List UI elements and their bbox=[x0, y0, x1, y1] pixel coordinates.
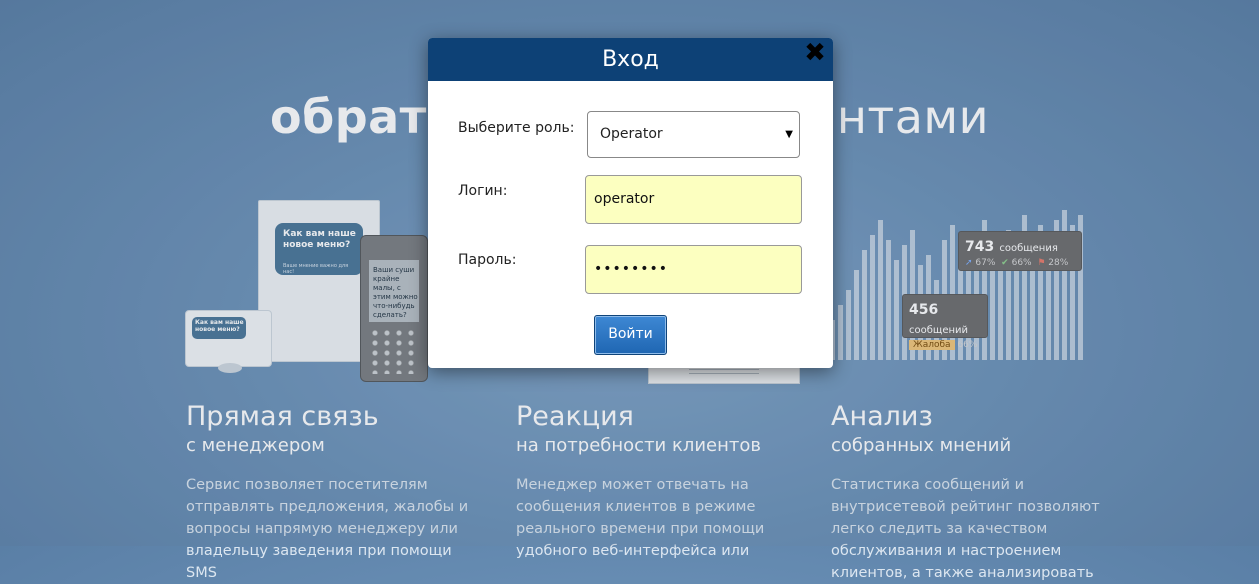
close-icon[interactable]: ✖ bbox=[802, 40, 828, 66]
landing-page: обрат нтами Как вам наше новое меню? Ваше… bbox=[0, 0, 1259, 581]
modal-header: Вход ✖ bbox=[428, 38, 833, 81]
login-input[interactable]: operator bbox=[585, 175, 802, 224]
login-submit-button[interactable]: Войти bbox=[594, 315, 667, 355]
modal-title: Вход bbox=[602, 47, 659, 72]
login-modal: Вход ✖ Выберите роль: Operator ▼ Логин: … bbox=[428, 38, 833, 368]
dropdown-caret-icon: ▼ bbox=[785, 129, 793, 140]
role-label: Выберите роль: bbox=[458, 120, 575, 136]
password-label: Пароль: bbox=[458, 252, 517, 268]
role-select[interactable]: Operator ▼ bbox=[587, 111, 800, 158]
role-select-value: Operator bbox=[600, 126, 663, 142]
password-input[interactable]: •••••••• bbox=[585, 245, 802, 294]
login-label: Логин: bbox=[458, 183, 508, 199]
